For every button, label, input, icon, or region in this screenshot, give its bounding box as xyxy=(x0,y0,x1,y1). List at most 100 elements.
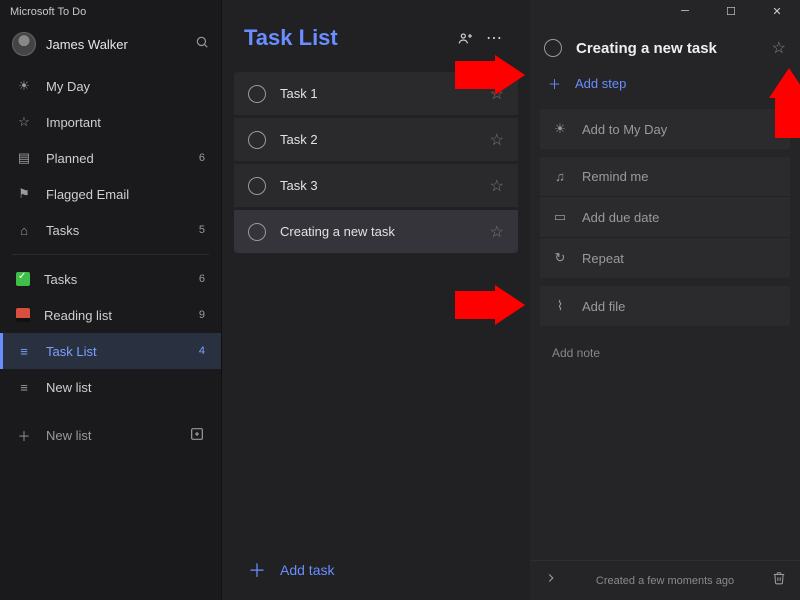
plus-icon: ＋ xyxy=(248,557,266,583)
search-icon[interactable] xyxy=(195,35,209,54)
share-button[interactable] xyxy=(452,24,480,52)
add-list-button[interactable]: ＋ New list xyxy=(0,415,221,455)
complete-circle-icon[interactable] xyxy=(248,131,266,149)
plus-icon: ＋ xyxy=(548,74,561,93)
complete-circle-icon[interactable] xyxy=(544,39,562,57)
bell-icon: ♫ xyxy=(552,169,568,184)
nav-count: 6 xyxy=(199,152,205,164)
list-count: 4 xyxy=(199,345,205,357)
nav-important[interactable]: ☆ Important xyxy=(0,104,221,140)
add-to-my-day[interactable]: ☀ Add to My Day xyxy=(540,109,790,149)
detail-task-title[interactable]: Creating a new task xyxy=(576,40,758,57)
created-text: Created a few moments ago xyxy=(566,575,764,587)
task-title: Creating a new task xyxy=(280,224,476,239)
list-count: 9 xyxy=(199,309,205,321)
add-to-my-day-block: ☀ Add to My Day xyxy=(540,109,790,149)
star-icon[interactable]: ☆ xyxy=(772,38,786,58)
calendar-icon: ▤ xyxy=(16,150,32,166)
list-label: Task List xyxy=(46,344,97,359)
list-title[interactable]: Task List xyxy=(244,25,452,51)
checkbox-badge-icon xyxy=(16,272,30,286)
sun-icon: ☀ xyxy=(552,121,568,137)
list-label: Reading list xyxy=(44,308,112,323)
list-tasks[interactable]: Tasks 6 xyxy=(0,261,221,297)
sidebar: Microsoft To Do James Walker ☀ My Day ☆ … xyxy=(0,0,222,600)
repeat-icon: ↻ xyxy=(552,250,568,266)
nav-tasks[interactable]: ⌂ Tasks 5 xyxy=(0,212,221,248)
add-step-label: Add step xyxy=(575,76,626,91)
delete-task-button[interactable] xyxy=(772,571,786,590)
add-step-button[interactable]: ＋ Add step xyxy=(530,66,800,109)
task-title: Task 2 xyxy=(280,132,476,147)
nav-label: Important xyxy=(46,115,101,130)
complete-circle-icon[interactable] xyxy=(248,85,266,103)
account-row[interactable]: James Walker xyxy=(0,22,221,68)
sun-icon: ☀ xyxy=(16,78,32,94)
task-row[interactable]: Task 2 ☆ xyxy=(234,118,518,162)
task-row[interactable]: Creating a new task ☆ xyxy=(234,210,518,254)
complete-circle-icon[interactable] xyxy=(248,177,266,195)
add-task-button[interactable]: ＋ Add task xyxy=(222,540,530,600)
complete-circle-icon[interactable] xyxy=(248,223,266,241)
list-icon: ≡ xyxy=(16,380,32,395)
task-title: Task 1 xyxy=(280,86,476,101)
task-row[interactable]: Task 1 ☆ xyxy=(234,72,518,116)
close-button[interactable]: ✕ xyxy=(754,0,800,22)
custom-lists: Tasks 6 Reading list 9 ≡ Task List 4 ≡ N… xyxy=(0,261,221,405)
new-group-icon[interactable] xyxy=(189,426,205,445)
list-icon: ≡ xyxy=(16,344,32,359)
hide-detail-button[interactable] xyxy=(544,571,558,590)
plus-icon: ＋ xyxy=(16,426,32,445)
list-tasklist[interactable]: ≡ Task List 4 xyxy=(0,333,221,369)
nav-my-day[interactable]: ☀ My Day xyxy=(0,68,221,104)
smart-lists: ☀ My Day ☆ Important ▤ Planned 6 ⚑ Flagg… xyxy=(0,68,221,248)
detail-task-header: Creating a new task ☆ xyxy=(530,28,800,66)
date-options-block: ♫ Remind me ▭ Add due date ↻ Repeat xyxy=(540,157,790,278)
add-file[interactable]: ⌇ Add file xyxy=(540,286,790,326)
list-header: Task List ⋯ xyxy=(222,0,530,66)
list-label: New list xyxy=(46,380,92,395)
minimize-button[interactable]: ─ xyxy=(662,0,708,22)
opt-label: Repeat xyxy=(582,251,624,266)
nav-planned[interactable]: ▤ Planned 6 xyxy=(0,140,221,176)
nav-label: Tasks xyxy=(46,223,79,238)
remind-me[interactable]: ♫ Remind me xyxy=(540,157,790,197)
detail-footer: Created a few moments ago xyxy=(530,560,800,600)
list-count: 6 xyxy=(199,273,205,285)
color-badge-icon xyxy=(16,308,30,322)
home-icon: ⌂ xyxy=(16,223,32,238)
repeat[interactable]: ↻ Repeat xyxy=(540,238,790,278)
star-icon[interactable]: ☆ xyxy=(490,84,504,104)
window-controls: ─ ☐ ✕ xyxy=(662,0,800,22)
list-label: Tasks xyxy=(44,272,77,287)
star-icon[interactable]: ☆ xyxy=(490,222,504,242)
star-icon[interactable]: ☆ xyxy=(490,130,504,150)
opt-label: Add file xyxy=(582,299,625,314)
add-list-label: New list xyxy=(46,428,92,443)
tasks-area: Task 1 ☆ Task 2 ☆ Task 3 ☆ Creating a ne… xyxy=(222,66,530,260)
maximize-button[interactable]: ☐ xyxy=(708,0,754,22)
star-icon: ☆ xyxy=(16,114,32,130)
attachment-icon: ⌇ xyxy=(552,298,568,314)
list-reading[interactable]: Reading list 9 xyxy=(0,297,221,333)
task-row[interactable]: Task 3 ☆ xyxy=(234,164,518,208)
opt-label: Remind me xyxy=(582,169,648,184)
more-button[interactable]: ⋯ xyxy=(480,24,508,52)
flag-icon: ⚑ xyxy=(16,186,32,202)
sidebar-divider xyxy=(12,254,209,255)
nav-count: 5 xyxy=(199,224,205,236)
opt-label: Add to My Day xyxy=(582,122,667,137)
task-title: Task 3 xyxy=(280,178,476,193)
avatar xyxy=(12,32,36,56)
list-newlist[interactable]: ≡ New list xyxy=(0,369,221,405)
task-list-panel: Task List ⋯ Task 1 ☆ Task 2 ☆ Task 3 ☆ xyxy=(222,0,530,600)
task-detail-panel: ─ ☐ ✕ Creating a new task ☆ ＋ Add step ☀… xyxy=(530,0,800,600)
star-icon[interactable]: ☆ xyxy=(490,176,504,196)
nav-label: Planned xyxy=(46,151,94,166)
nav-label: Flagged Email xyxy=(46,187,129,202)
nav-flagged[interactable]: ⚑ Flagged Email xyxy=(0,176,221,212)
add-due-date[interactable]: ▭ Add due date xyxy=(540,197,790,238)
user-name: James Walker xyxy=(46,37,185,52)
add-task-label: Add task xyxy=(280,562,334,578)
add-note-field[interactable]: Add note xyxy=(540,334,790,372)
